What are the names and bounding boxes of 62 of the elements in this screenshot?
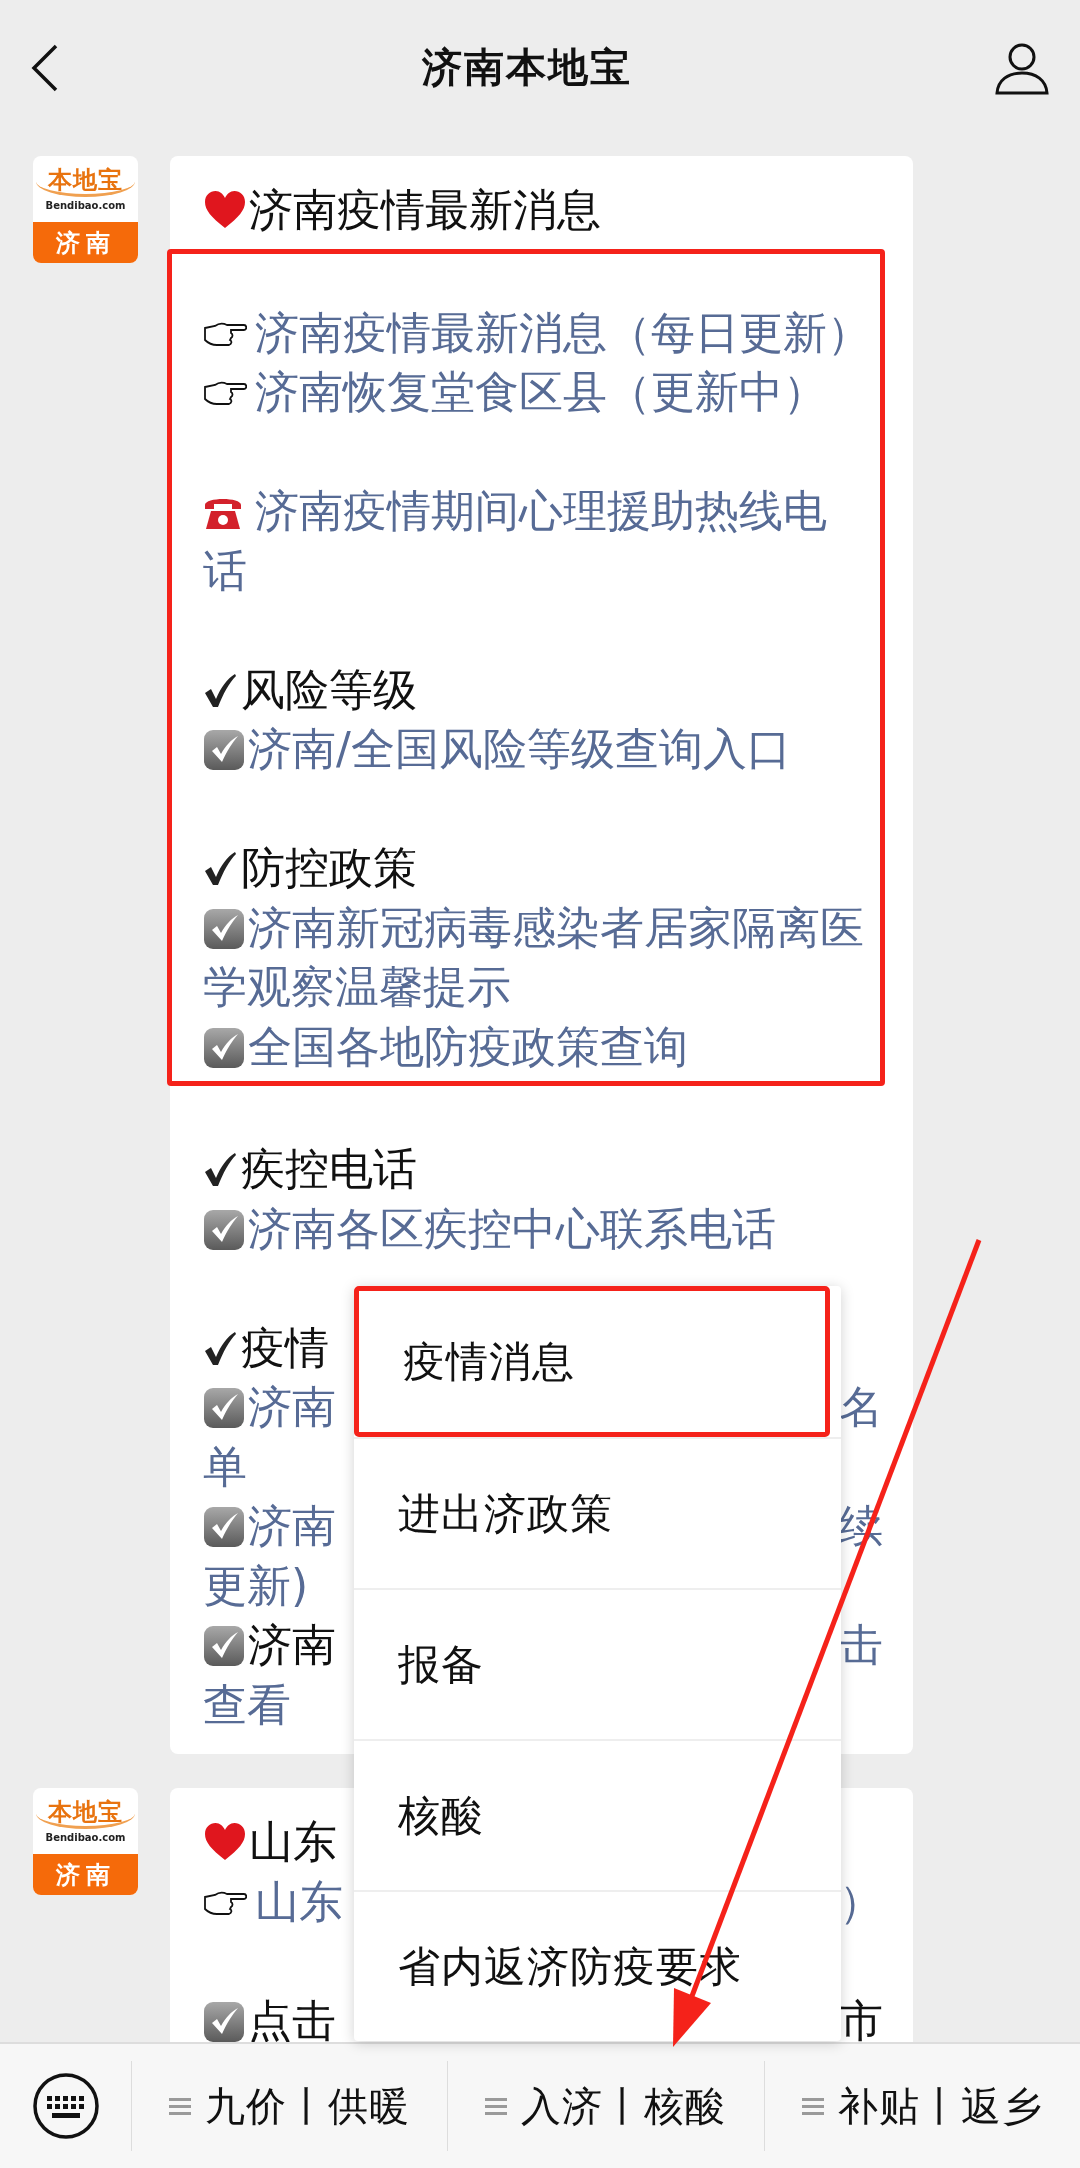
link-text[interactable]: 济南疫情最新消息（每日更新） [255, 306, 871, 358]
message-text: 济南 [248, 1619, 336, 1670]
checkbox-icon [203, 1625, 245, 1667]
message-text: 防控政策 [241, 842, 417, 893]
menu-button[interactable]: 九价丨供暖 [131, 2061, 448, 2151]
checkbox-icon [203, 1506, 245, 1548]
checkbox-icon [203, 907, 245, 950]
message-text: 市 [839, 1993, 883, 2042]
header-title: 济南本地宝 [422, 43, 632, 92]
link-text[interactable]: 话 [203, 544, 247, 596]
menu-icon [801, 2096, 824, 2116]
heart-icon [203, 190, 247, 230]
check-icon [203, 1330, 237, 1367]
message-text: 风险等级 [241, 663, 417, 715]
link-text[interactable]: 济南新冠病毒感染者居家隔离医 [248, 901, 864, 953]
link-text[interactable]: 更新) [203, 1559, 309, 1611]
menu-icon [485, 2096, 508, 2116]
link-text[interactable]: 击 [839, 1615, 883, 1675]
logo-domain: Bendibao.com [45, 200, 126, 212]
logo-domain: Bendibao.com [45, 1832, 126, 1844]
menu-button[interactable]: 补贴丨返乡 [763, 2061, 1080, 2151]
link-text[interactable]: 山东 [255, 1875, 343, 1927]
link-text[interactable]: 学观察温馨提示 [203, 961, 511, 1012]
link-text[interactable]: 济南/全国风险等级查询入口 [248, 723, 791, 774]
link-text[interactable]: 全国各地防疫政策查询 [248, 1020, 688, 1072]
menu-icon [169, 2096, 192, 2116]
menu-label: 补贴丨返乡 [837, 2081, 1043, 2131]
link-text[interactable]: 名 [839, 1377, 883, 1437]
logo-city: 济南 [33, 222, 138, 263]
message-text: 山东 [249, 1816, 337, 1867]
link-text[interactable]: 济南疫情期间心理援助热线电 [255, 485, 827, 536]
message-text: 济南疫情最新消息 [249, 184, 601, 235]
check-icon [203, 851, 237, 887]
checkbox-icon [203, 729, 245, 771]
menu-button[interactable]: 入济丨核酸 [447, 2061, 764, 2151]
menu-item[interactable]: 报备 [354, 1588, 841, 1739]
checkbox-icon [203, 1208, 245, 1251]
menu-item[interactable]: 核酸 [354, 1739, 841, 1890]
menu-item[interactable]: 疫情消息 [354, 1286, 830, 1437]
link-text[interactable]: 济南 [248, 1500, 336, 1551]
check-icon [203, 1152, 237, 1188]
link-text[interactable]: 济南恢复堂食区县（更新中） [255, 366, 827, 417]
logo-text: 本地宝 [36, 166, 135, 197]
check-icon [203, 672, 237, 709]
keyboard-icon[interactable] [31, 2072, 100, 2140]
message-text: 疫情 [241, 1321, 329, 1373]
checkbox-icon [203, 1026, 245, 1069]
link-text[interactable]: 单 [203, 1440, 247, 1492]
menu-item[interactable]: 进出济政策 [354, 1437, 841, 1588]
link-text[interactable]: 查看 [203, 1678, 291, 1730]
logo-text: 本地宝 [36, 1798, 135, 1829]
back-icon[interactable] [30, 42, 60, 93]
checkbox-icon [203, 1387, 245, 1429]
menu-label: 入济丨核酸 [521, 2081, 727, 2131]
link-text[interactable]: ） [839, 1871, 883, 1931]
message-text: 疾控电话 [241, 1143, 417, 1194]
menu-label: 九价丨供暖 [205, 2081, 411, 2131]
link-text[interactable]: 济南 [248, 1381, 336, 1432]
link-text[interactable]: 济南各区疾控中心联系电话 [248, 1202, 776, 1254]
heart-icon [203, 1822, 247, 1862]
pointing-hand-icon [203, 379, 247, 407]
logo-city: 济南 [33, 1854, 138, 1895]
